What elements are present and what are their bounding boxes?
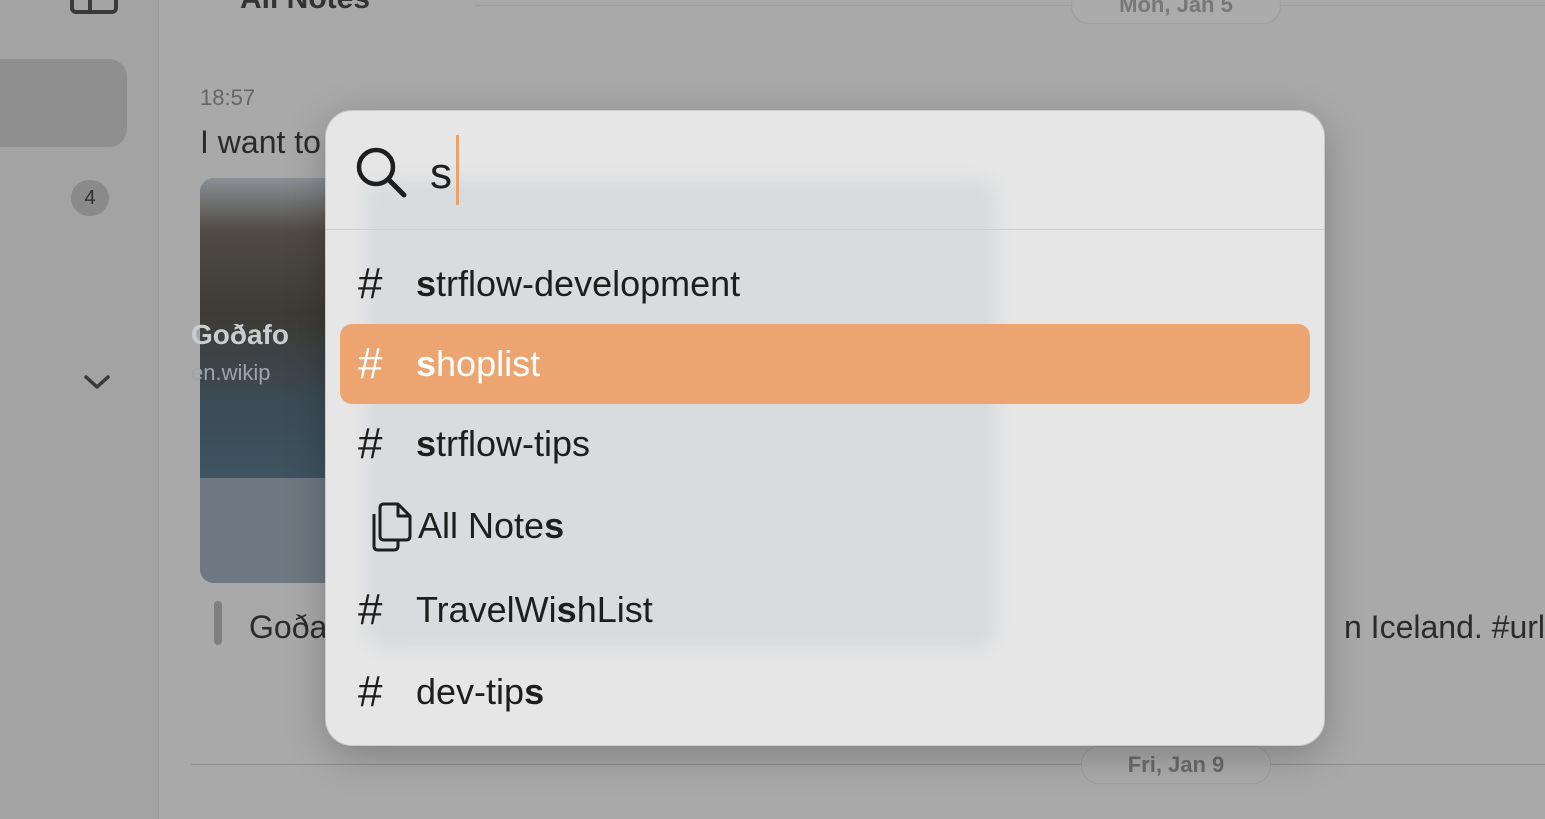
match-highlight: s [416,263,437,304]
hash-icon: # [358,339,383,388]
match-highlight: s [524,671,545,712]
result-item[interactable]: # strflow-development [340,244,1310,324]
hash-icon: # [358,667,383,716]
result-label: strflow-development [416,263,741,304]
sidebar-item-selected[interactable] [0,59,127,147]
date-pill: Mon, Jan 5 [1071,0,1281,24]
search-input[interactable] [430,145,1030,203]
hash-icon: # [358,585,383,634]
result-item[interactable]: # TravelWishList [340,568,1310,652]
quote-text-end: n Iceland. #url [1343,609,1545,645]
sidebar: 4 [0,0,159,819]
hash-icon: # [358,419,383,468]
sidebar-count-badge: 4 [71,180,109,216]
result-item[interactable]: # strflow-tips [340,404,1310,484]
note-text[interactable]: I want to [200,124,321,161]
result-label: All Notes [418,505,565,546]
date-pill: Fri, Jan 9 [1081,746,1271,784]
chevron-down-icon[interactable] [82,367,112,397]
result-item[interactable]: # shoplist [340,324,1310,404]
hash-icon: # [358,259,383,308]
results-list: # strflow-development # shoplist # strflow-ti… [340,244,1310,732]
search-icon [356,147,407,198]
result-label: TravelWishList [416,589,653,630]
quote-bar [214,601,222,645]
result-label: strflow-tips [416,423,591,464]
result-label: shoplist [416,343,541,384]
match-highlight: s [416,423,437,464]
match-highlight: s [544,505,565,546]
quick-switcher-panel: # strflow-development # shoplist # strflow-ti… [326,111,1324,745]
match-highlight: s [416,343,437,384]
link-preview-url: en.wikip [191,360,271,385]
quote-text: Goða [249,609,328,645]
link-preview-title: Goðafo [191,319,289,350]
divider [191,764,1545,765]
result-item[interactable]: # dev-tips [340,652,1310,732]
notes-document-icon [372,502,412,552]
page-title[interactable]: All Notes [240,0,370,16]
match-highlight: s [556,589,577,630]
search-bar [326,111,1324,230]
note-timestamp: 18:57 [200,85,256,110]
sidebar-toggle-icon[interactable] [70,0,118,14]
result-label: dev-tips [416,671,545,712]
text-caret [456,135,459,205]
divider [475,5,1545,6]
result-item[interactable]: All Notes [340,484,1310,568]
